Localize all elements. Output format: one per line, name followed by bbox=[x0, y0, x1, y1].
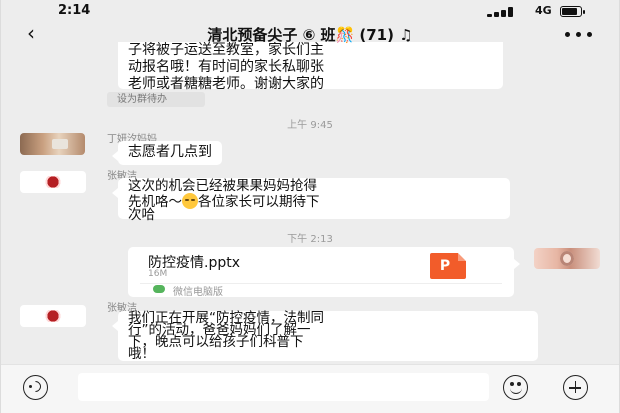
message-bubble[interactable]: 志愿者几点到 bbox=[112, 141, 222, 165]
status-time: 2:14 bbox=[58, 3, 91, 18]
message-line: 下，晚点可以给孩子们科普下 bbox=[128, 334, 304, 350]
message-line: 先机咯～ 各位家长可以期待下 bbox=[128, 192, 500, 210]
chat-screen: 2:14 4G ‹ 清北预备尖子 ⑥ 班🎊 (71) ♫ 子将被子运送至教室，家… bbox=[0, 0, 620, 413]
message-line: 老师或者糖糖老师。谢谢大家的 bbox=[128, 76, 324, 92]
message-text: 志愿者几点到 bbox=[128, 144, 212, 160]
smirk-emoji-icon bbox=[182, 192, 198, 209]
message-bubble[interactable]: 这次的机会已经被果果妈妈抢得 先机咯～ 各位家长可以期待下 次哈 bbox=[112, 178, 510, 223]
ppt-file-icon: P bbox=[430, 253, 466, 279]
network-label: 4G bbox=[535, 4, 552, 17]
avatar[interactable] bbox=[20, 171, 86, 193]
chat-title-overlay: 清北预备尖子 ⑥ 班🎊 (71) ♫ bbox=[207, 26, 413, 44]
file-source-label: 微信电脑版 bbox=[173, 287, 223, 298]
status-bar: 2:14 4G bbox=[0, 0, 620, 22]
avatar[interactable] bbox=[20, 133, 85, 155]
edge bbox=[0, 0, 1, 413]
battery-icon bbox=[560, 6, 585, 17]
file-source: 微信电脑版 bbox=[128, 282, 514, 298]
avatar[interactable] bbox=[20, 305, 86, 327]
avatar[interactable] bbox=[534, 248, 600, 269]
message-text: 各位家长可以期待下 bbox=[198, 193, 320, 210]
emoji-icon[interactable] bbox=[503, 375, 528, 400]
file-size: 16M bbox=[148, 269, 168, 279]
message-line: 动报名哦！有时间的家长私聊张 bbox=[128, 59, 324, 75]
input-bar bbox=[0, 364, 620, 413]
message-bubble[interactable]: 我们正在开展“防控疫情，法制同 行”的活动，爸爸妈妈们了解一 下，晚点可以给孩子… bbox=[112, 311, 538, 361]
message-line: 这次的机会已经被果果妈妈抢得 bbox=[128, 178, 317, 194]
voice-icon[interactable] bbox=[23, 375, 48, 400]
back-icon[interactable]: ‹ bbox=[27, 21, 35, 45]
set-group-todo-button[interactable]: 设为群待办 bbox=[107, 92, 205, 107]
message-line: 次哈 bbox=[128, 206, 155, 223]
signal-icon bbox=[487, 7, 517, 17]
more-icon[interactable] bbox=[565, 32, 593, 38]
message-input[interactable] bbox=[78, 373, 489, 401]
plus-icon[interactable] bbox=[563, 375, 588, 400]
timestamp: 下午 2:13 bbox=[287, 234, 333, 245]
wechat-icon bbox=[153, 285, 165, 293]
timestamp: 上午 9:45 bbox=[287, 120, 333, 131]
